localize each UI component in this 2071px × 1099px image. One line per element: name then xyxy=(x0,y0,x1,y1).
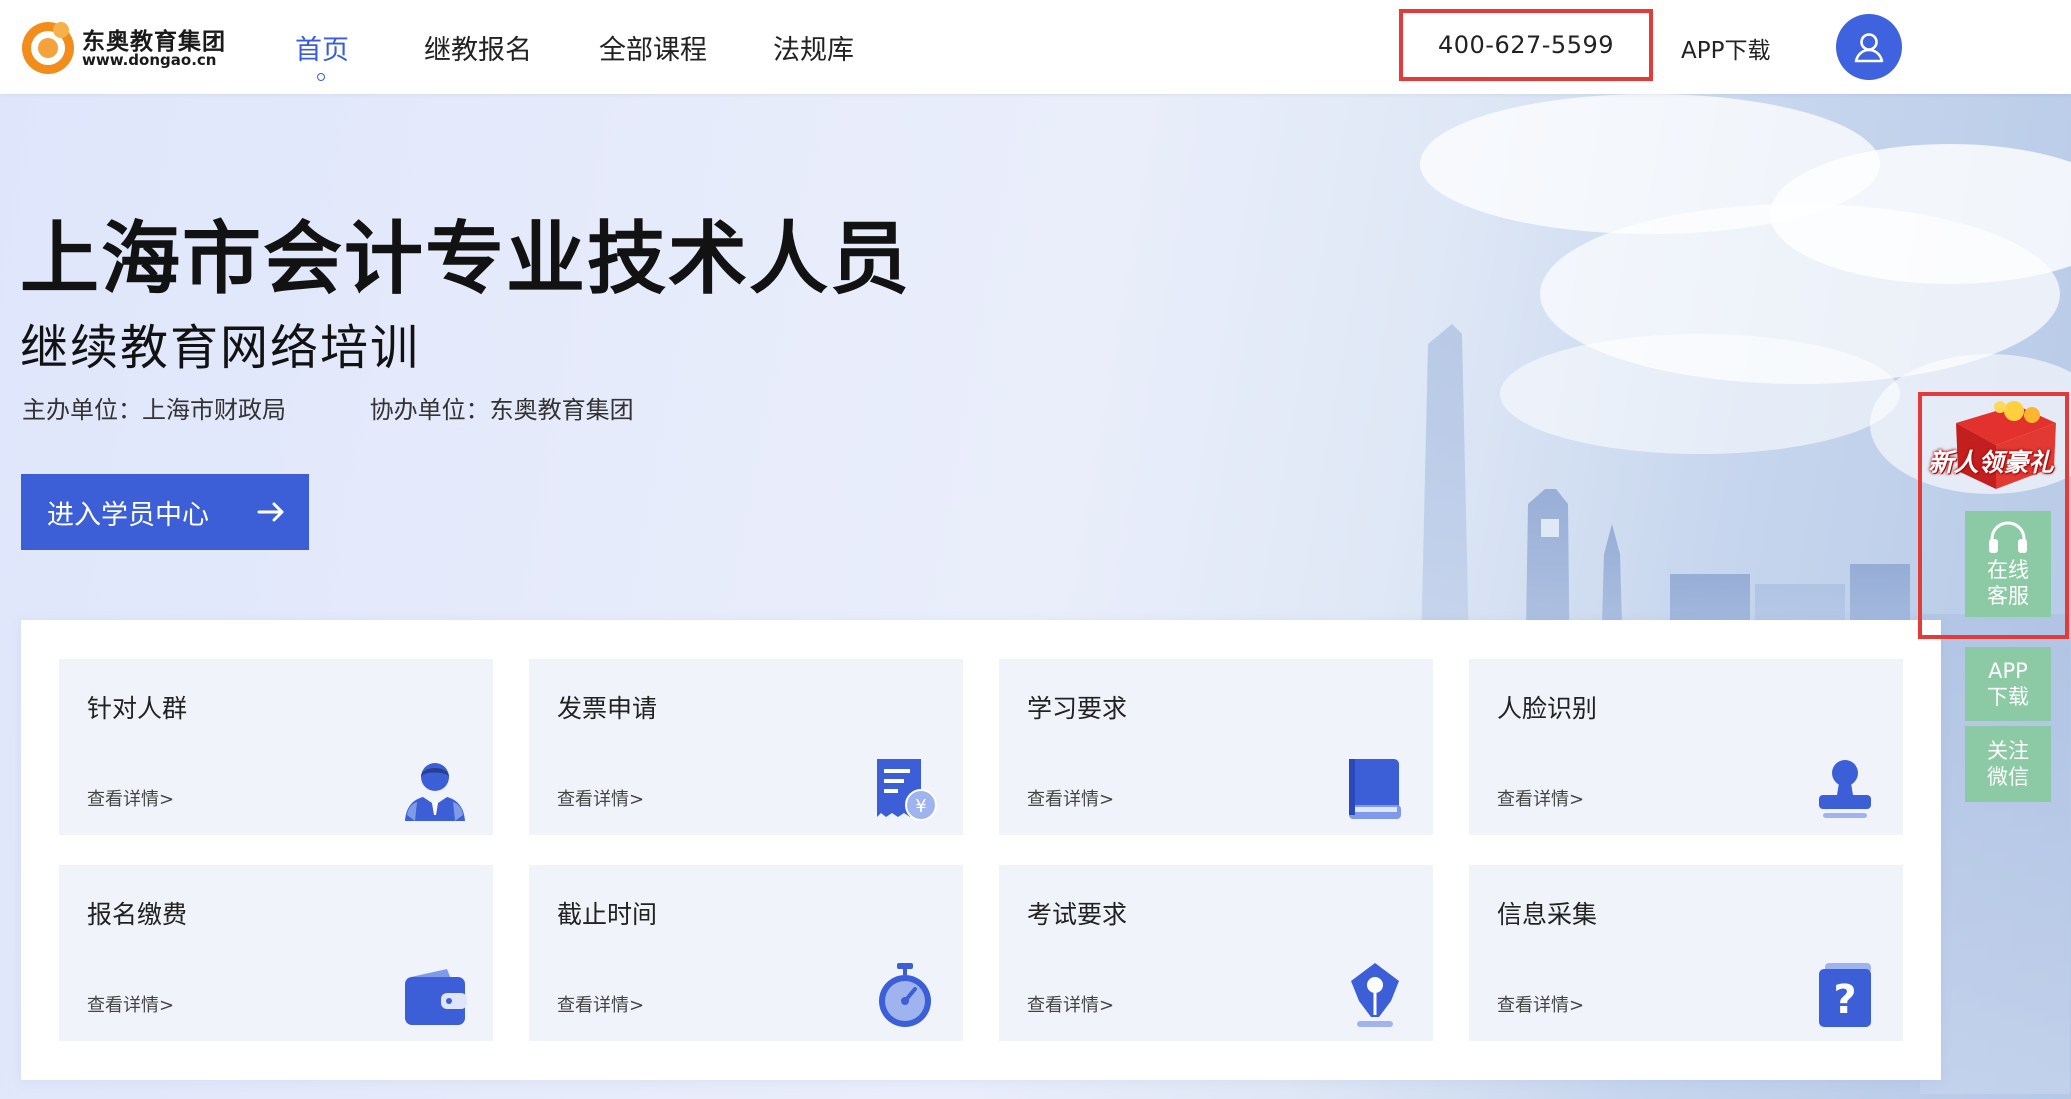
wallet-icon xyxy=(405,969,467,1025)
invoice-icon: ¥ xyxy=(877,759,937,821)
sidebar-app-download-button[interactable]: APP下载 xyxy=(1965,647,2051,721)
question-icon: ? xyxy=(1819,963,1871,1027)
card-detail-link[interactable]: 查看详情> xyxy=(1497,785,1584,811)
online-service-label: 在线客服 xyxy=(1987,558,2029,608)
card-title: 报名缴费 xyxy=(87,900,188,929)
hotline-number: 400-627-5599 xyxy=(1437,31,1614,59)
people-icon xyxy=(405,763,465,821)
card-registration-payment[interactable]: 报名缴费 查看详情> xyxy=(59,865,493,1041)
enter-button-label: 进入学员中心 xyxy=(47,499,209,531)
card-detail-link[interactable]: 查看详情> xyxy=(1027,991,1114,1017)
card-title: 考试要求 xyxy=(1027,900,1128,929)
card-detail-link[interactable]: 查看详情> xyxy=(87,991,174,1017)
user-icon xyxy=(1854,33,1884,63)
hero-title: 上海市会计专业技术人员 xyxy=(20,213,911,305)
svg-text:?: ? xyxy=(1833,977,1856,1023)
follow-wechat-label: 关注微信 xyxy=(1987,739,2029,789)
card-detail-link[interactable]: 查看详情> xyxy=(557,991,644,1017)
follow-wechat-button[interactable]: 关注微信 xyxy=(1965,726,2051,802)
host-organization: 主办单位：上海市财政局 xyxy=(22,396,286,424)
card-detail-link[interactable]: 查看详情> xyxy=(1497,991,1584,1017)
card-face-recognition[interactable]: 人脸识别 查看详情> xyxy=(1469,659,1903,835)
card-title: 针对人群 xyxy=(87,694,188,723)
card-title: 信息采集 xyxy=(1497,900,1598,929)
card-detail-link[interactable]: 查看详情> xyxy=(87,785,174,811)
headset-icon xyxy=(1989,521,2027,553)
nav-home[interactable]: 首页 xyxy=(295,28,349,67)
user-avatar-button[interactable] xyxy=(1836,14,1902,80)
arrow-right-icon xyxy=(257,502,284,522)
pen-nib-icon xyxy=(1351,963,1399,1027)
book-icon xyxy=(1349,759,1401,819)
card-target-audience[interactable]: 针对人群 查看详情> xyxy=(59,659,493,835)
svg-text:¥: ¥ xyxy=(915,796,926,817)
card-study-requirements[interactable]: 学习要求 查看详情> xyxy=(999,659,1433,835)
stopwatch-icon xyxy=(879,963,931,1027)
new-user-gift-promo[interactable]: 新人领豪礼 xyxy=(1916,393,2066,493)
card-title: 发票申请 xyxy=(557,694,658,723)
logo-url: www.dongao.cn xyxy=(82,51,217,69)
sidebar-app-label: APP下载 xyxy=(1987,659,2029,709)
stamp-icon xyxy=(1819,760,1871,818)
card-title: 人脸识别 xyxy=(1497,694,1598,723)
nav-all-courses[interactable]: 全部课程 xyxy=(599,28,707,67)
card-information-collection[interactable]: 信息采集 查看详情> ? xyxy=(1469,865,1903,1041)
co-host-organization: 协办单位：东奥教育集团 xyxy=(369,396,634,424)
nav-enrollment[interactable]: 继教报名 xyxy=(424,28,532,67)
logo-mark-icon xyxy=(22,22,74,74)
info-cards-panel: 针对人群 查看详情> 发票申请 查看详情> ¥ 学习要求 查看详情> 人脸识别 … xyxy=(21,620,1941,1080)
hero-subtitle: 继续教育网络培训 xyxy=(20,320,421,376)
card-title: 截止时间 xyxy=(557,900,658,929)
promo-label: 新人领豪礼 xyxy=(1928,448,2054,477)
nav-active-indicator xyxy=(317,73,325,81)
logo[interactable]: 东奥教育集团 www.dongao.cn xyxy=(20,18,230,76)
online-service-button[interactable]: 在线客服 xyxy=(1965,511,2051,617)
app-download-link[interactable]: APP下载 xyxy=(1681,31,1770,65)
card-title: 学习要求 xyxy=(1027,694,1128,723)
card-detail-link[interactable]: 查看详情> xyxy=(557,785,644,811)
card-detail-link[interactable]: 查看详情> xyxy=(1027,785,1114,811)
hotline-phone: 400-627-5599 xyxy=(1399,9,1653,81)
card-invoice-application[interactable]: 发票申请 查看详情> ¥ xyxy=(529,659,963,835)
top-header: 东奥教育集团 www.dongao.cn 首页 继教报名 全部课程 法规库 40… xyxy=(0,0,2071,94)
card-exam-requirements[interactable]: 考试要求 查看详情> xyxy=(999,865,1433,1041)
enter-student-center-button[interactable]: 进入学员中心 xyxy=(21,474,309,550)
card-deadline[interactable]: 截止时间 查看详情> xyxy=(529,865,963,1041)
hero-organizers: 主办单位：上海市财政局 协办单位：东奥教育集团 xyxy=(22,390,710,425)
nav-regulations[interactable]: 法规库 xyxy=(773,28,854,67)
